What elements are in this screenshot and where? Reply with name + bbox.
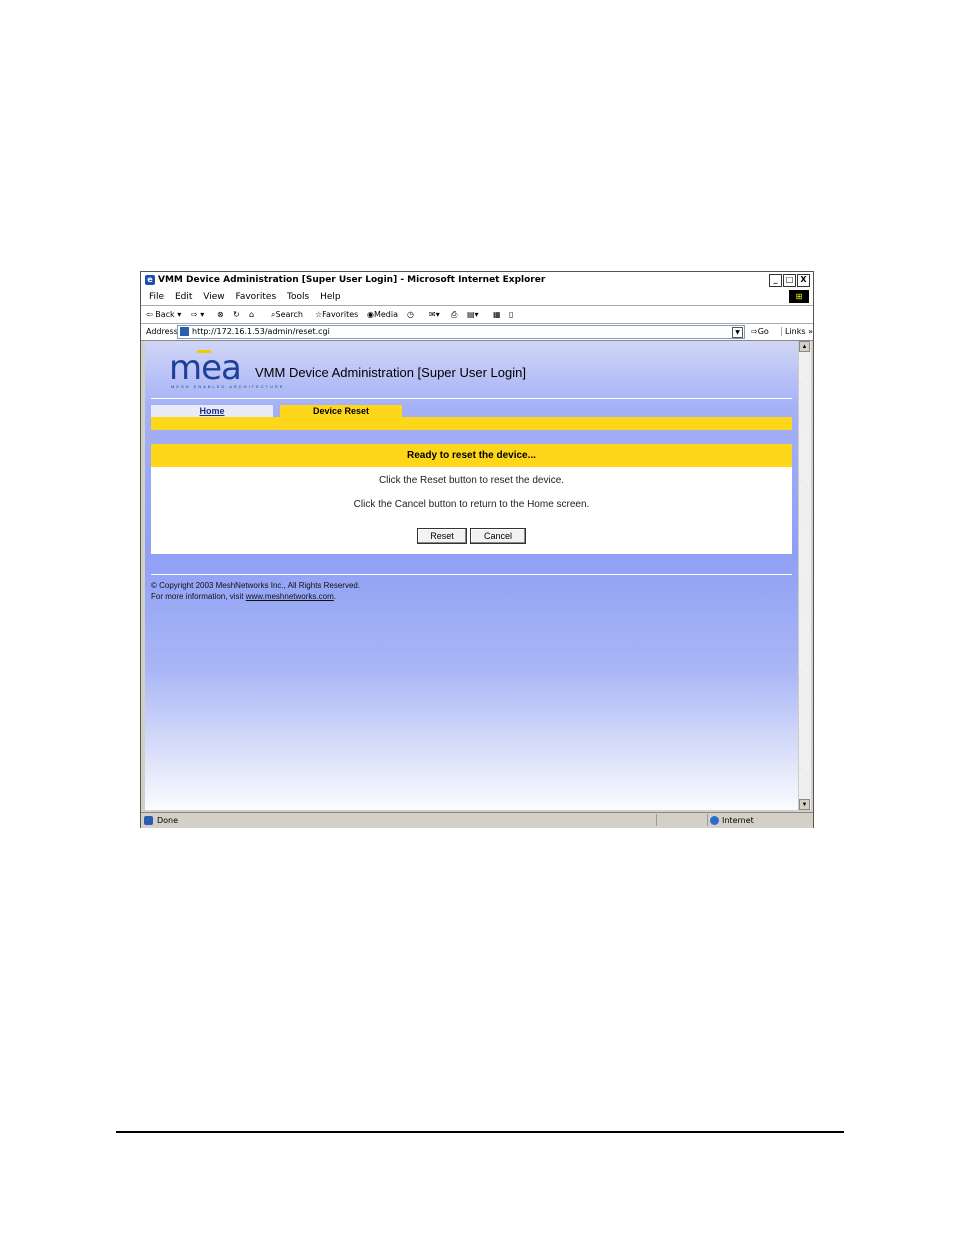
discuss-icon[interactable]: ▦	[493, 310, 501, 319]
print-icon[interactable]: ⎙	[451, 310, 457, 320]
logo-mark: mea	[169, 348, 242, 388]
maximize-button[interactable]: □	[783, 274, 796, 287]
scroll-down-icon[interactable]: ▼	[799, 799, 810, 810]
menu-edit[interactable]: Edit	[175, 292, 192, 302]
cancel-button[interactable]: Cancel	[470, 528, 526, 544]
title-bar[interactable]: e VMM Device Administration [Super User …	[141, 272, 813, 290]
window-title: VMM Device Administration [Super User Lo…	[158, 275, 546, 285]
cancel-instruction: Click the Cancel button to return to the…	[353, 499, 590, 510]
mail-icon[interactable]: ✉▾	[429, 310, 440, 319]
search-button[interactable]: ⌕Search	[271, 310, 303, 320]
done-icon	[144, 816, 153, 825]
address-input[interactable]: http://172.16.1.53/admin/reset.cgi ▼	[177, 325, 745, 339]
messenger-icon[interactable]: ▯	[509, 310, 513, 319]
tab-strip	[151, 417, 792, 430]
favorites-button[interactable]: ☆Favorites	[315, 310, 358, 319]
reset-button[interactable]: Reset	[417, 528, 467, 544]
reset-panel: Ready to reset the device... Click the R…	[151, 444, 792, 554]
page-content: mea MESH ENABLED ARCHITECTURE VMM Device…	[145, 341, 798, 810]
menu-help[interactable]: Help	[320, 292, 341, 302]
go-button[interactable]: ⇨Go	[751, 327, 769, 336]
menu-file[interactable]: File	[149, 292, 164, 302]
reset-instruction: Click the Reset button to reset the devi…	[378, 475, 565, 486]
status-bar: Done Internet	[141, 812, 813, 828]
page-rule	[116, 1131, 844, 1133]
security-zone: Internet	[707, 814, 798, 826]
panel-heading: Ready to reset the device...	[151, 444, 792, 467]
menu-tools[interactable]: Tools	[287, 292, 309, 302]
vertical-scrollbar[interactable]: ▲ ▼	[798, 341, 811, 810]
media-button[interactable]: ◉Media	[367, 310, 398, 319]
meshnetworks-link[interactable]: www.meshnetworks.com	[246, 592, 334, 601]
back-button[interactable]: ⇦ Back ▾	[146, 310, 181, 319]
copyright-text: © Copyright 2003 MeshNetworks Inc., All …	[151, 581, 361, 590]
stop-icon[interactable]: ⊗	[217, 310, 224, 319]
footer-divider	[151, 574, 792, 575]
globe-icon	[710, 816, 719, 825]
minimize-button[interactable]: _	[769, 274, 782, 287]
more-info-text: For more information, visit www.meshnetw…	[151, 592, 336, 601]
page-icon	[180, 327, 189, 336]
page-title: VMM Device Administration [Super User Lo…	[255, 365, 526, 380]
tab-bar: Home Device Reset	[151, 405, 792, 417]
refresh-icon[interactable]: ↻	[233, 310, 240, 319]
divider	[151, 398, 792, 399]
more-info-prefix: For more information, visit	[151, 592, 246, 601]
menu-favorites[interactable]: Favorites	[235, 292, 276, 302]
address-bar: Address http://172.16.1.53/admin/reset.c…	[141, 324, 813, 341]
edit-icon[interactable]: ▤▾	[467, 310, 479, 319]
tab-home[interactable]: Home	[151, 405, 273, 417]
history-icon[interactable]: ◷	[407, 310, 414, 319]
scroll-up-icon[interactable]: ▲	[799, 341, 810, 352]
zone-label: Internet	[722, 816, 754, 825]
browser-window: e VMM Device Administration [Super User …	[140, 271, 814, 828]
chevron-down-icon[interactable]: ▼	[732, 327, 743, 338]
status-text: Done	[157, 816, 179, 825]
more-info-suffix: .	[333, 592, 336, 601]
address-url: http://172.16.1.53/admin/reset.cgi	[192, 327, 330, 336]
mea-logo: mea MESH ENABLED ARCHITECTURE	[169, 348, 283, 391]
links-button[interactable]: Links »	[781, 327, 813, 336]
menu-bar: File Edit View Favorites Tools Help ⊞	[141, 289, 813, 306]
ie-icon: e	[145, 275, 155, 285]
windows-flag-icon: ⊞	[789, 290, 809, 303]
toolbar: ⇦ Back ▾ ⇨ ▾ ⊗ ↻ ⌂ ⌕Search ☆Favorites ◉M…	[141, 306, 813, 324]
forward-button[interactable]: ⇨ ▾	[191, 310, 204, 319]
home-icon[interactable]: ⌂	[249, 310, 254, 319]
status-cells	[656, 814, 707, 826]
close-button[interactable]: X	[797, 274, 810, 287]
menu-view[interactable]: View	[203, 292, 224, 302]
address-label: Address	[146, 327, 178, 336]
logo-tagline: MESH ENABLED ARCHITECTURE	[171, 384, 285, 389]
tab-device-reset[interactable]: Device Reset	[280, 405, 402, 417]
